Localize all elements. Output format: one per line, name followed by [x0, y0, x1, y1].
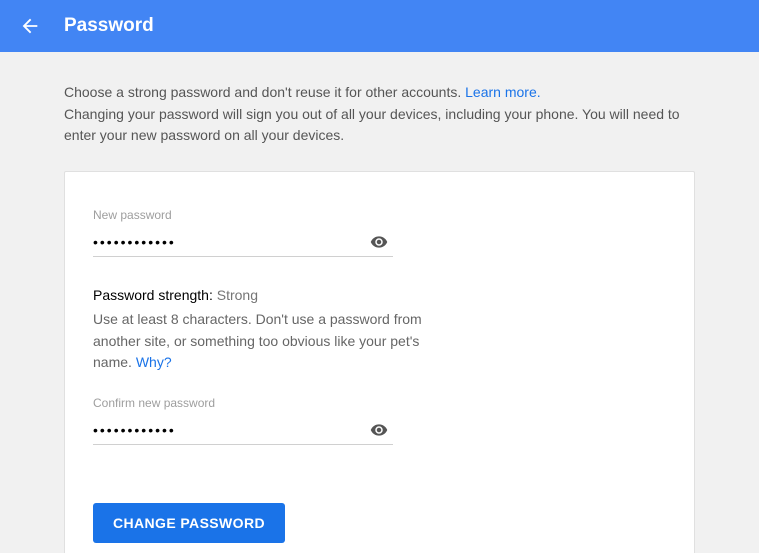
eye-icon[interactable]: [365, 420, 393, 440]
app-header: Password: [0, 0, 759, 52]
content-area: Choose a strong password and don't reuse…: [0, 52, 759, 553]
password-card: New password Password strength: Strong U…: [64, 171, 695, 553]
strength-line: Password strength: Strong: [93, 287, 433, 303]
eye-icon[interactable]: [365, 232, 393, 252]
change-password-button[interactable]: CHANGE PASSWORD: [93, 503, 285, 543]
confirm-password-input[interactable]: [93, 420, 365, 440]
confirm-password-label: Confirm new password: [93, 396, 393, 410]
strength-label: Password strength:: [93, 287, 217, 303]
strength-block: Password strength: Strong Use at least 8…: [93, 287, 433, 374]
intro-text: Choose a strong password and don't reuse…: [64, 82, 695, 147]
strength-value: Strong: [217, 287, 258, 303]
new-password-field: New password: [93, 208, 393, 257]
learn-more-link[interactable]: Learn more.: [465, 84, 540, 100]
new-password-label: New password: [93, 208, 393, 222]
intro-line1: Choose a strong password and don't reuse…: [64, 84, 465, 100]
intro-line2: Changing your password will sign you out…: [64, 104, 695, 147]
new-password-input[interactable]: [93, 232, 365, 252]
confirm-password-field: Confirm new password: [93, 396, 393, 445]
password-hint: Use at least 8 characters. Don't use a p…: [93, 309, 433, 374]
why-link[interactable]: Why?: [136, 354, 172, 370]
back-arrow-icon[interactable]: [18, 14, 42, 38]
page-title: Password: [64, 15, 154, 37]
